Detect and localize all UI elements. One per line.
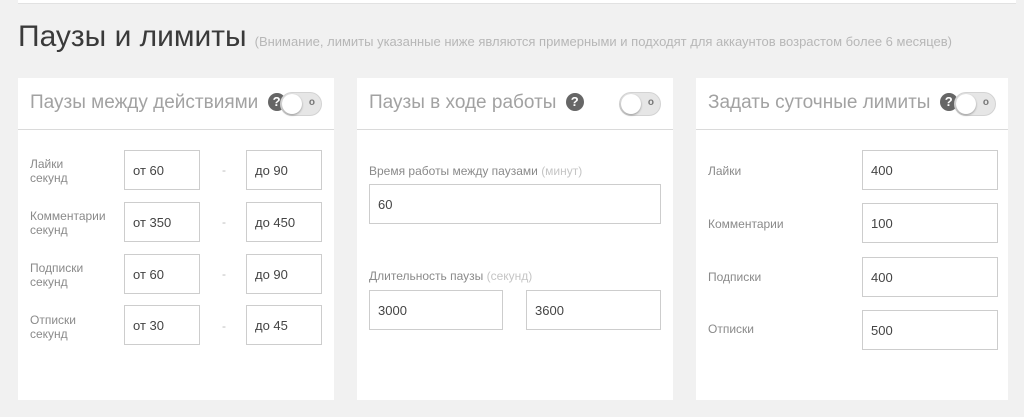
pause-length-to-input[interactable]: 3600 bbox=[526, 290, 661, 330]
follows-pause-to-input[interactable]: до 90 bbox=[246, 254, 322, 294]
range-separator: - bbox=[222, 215, 226, 229]
toggle-off-icon: o bbox=[982, 97, 989, 108]
follows-limit-input[interactable]: 400 bbox=[862, 257, 998, 297]
work-time-input[interactable]: 60 bbox=[369, 184, 661, 224]
follows-pause-from-input[interactable]: от 60 bbox=[124, 254, 200, 294]
toggle-off-icon: o bbox=[647, 97, 654, 108]
toggle-knob bbox=[956, 94, 976, 114]
page-note: (Внимание, лимиты указанные ниже являютс… bbox=[254, 34, 952, 49]
likes-limit-label: Лайки bbox=[708, 164, 742, 178]
toggle-knob bbox=[621, 94, 641, 114]
likes-pause-from-input[interactable]: от 60 bbox=[124, 150, 200, 190]
comments-limit-input[interactable]: 100 bbox=[862, 203, 998, 243]
unfollows-pause-from-input[interactable]: от 30 bbox=[124, 305, 200, 345]
action-pauses-toggle[interactable]: o bbox=[280, 92, 322, 116]
panel-daily-limits: Задать суточные лимиты ? o Лайки 400 Ком… bbox=[696, 78, 1008, 400]
unfollows-limit-input[interactable]: 500 bbox=[862, 310, 998, 350]
top-bar bbox=[18, 0, 1016, 4]
toggle-off-icon: o bbox=[308, 97, 315, 108]
panel-header: Задать суточные лимиты ? o bbox=[696, 78, 1008, 130]
likes-pause-to-input[interactable]: до 90 bbox=[246, 150, 322, 190]
help-icon[interactable]: ? bbox=[565, 93, 584, 111]
daily-limits-toggle[interactable]: o bbox=[954, 92, 996, 116]
panel-title: Паузы в ходе работы ? bbox=[369, 92, 584, 114]
follows-pause-label: Подписки секунд bbox=[30, 261, 84, 289]
comments-pause-to-input[interactable]: до 450 bbox=[246, 202, 322, 242]
follows-limit-label: Подписки bbox=[708, 270, 762, 284]
pause-length-label: Длительность паузы (секунд) bbox=[369, 269, 533, 283]
work-time-label: Время работы между паузами (минут) bbox=[369, 164, 583, 178]
panel-action-pauses: Паузы между действиями ? o Лайки секунд о… bbox=[18, 78, 334, 400]
range-separator: - bbox=[222, 163, 226, 177]
range-separator: - bbox=[222, 319, 226, 333]
work-pauses-toggle[interactable]: o bbox=[619, 92, 661, 116]
likes-limit-input[interactable]: 400 bbox=[862, 150, 998, 190]
range-separator: - bbox=[222, 267, 226, 281]
comments-pause-from-input[interactable]: от 350 bbox=[124, 202, 200, 242]
panel-header: Паузы между действиями ? o bbox=[18, 78, 334, 130]
pause-length-from-input[interactable]: 3000 bbox=[369, 290, 503, 330]
likes-pause-label: Лайки секунд bbox=[30, 157, 68, 185]
page-heading: Паузы и лимиты (Внимание, лимиты указанны… bbox=[18, 20, 952, 54]
panel-header: Паузы в ходе работы ? o bbox=[357, 78, 673, 130]
comments-limit-label: Комментарии bbox=[708, 217, 784, 231]
panel-work-pauses: Паузы в ходе работы ? o Время работы меж… bbox=[357, 78, 673, 400]
panel-title: Задать суточные лимиты ? bbox=[708, 92, 958, 114]
page-title: Паузы и лимиты bbox=[18, 20, 247, 53]
comments-pause-label: Комментарии секунд bbox=[30, 209, 106, 237]
panel-title: Паузы между действиями ? bbox=[30, 92, 286, 114]
toggle-knob bbox=[282, 94, 302, 114]
unfollows-pause-to-input[interactable]: до 45 bbox=[246, 305, 322, 345]
unfollows-pause-label: Отписки секунд bbox=[30, 313, 76, 341]
unfollows-limit-label: Отписки bbox=[708, 322, 754, 336]
